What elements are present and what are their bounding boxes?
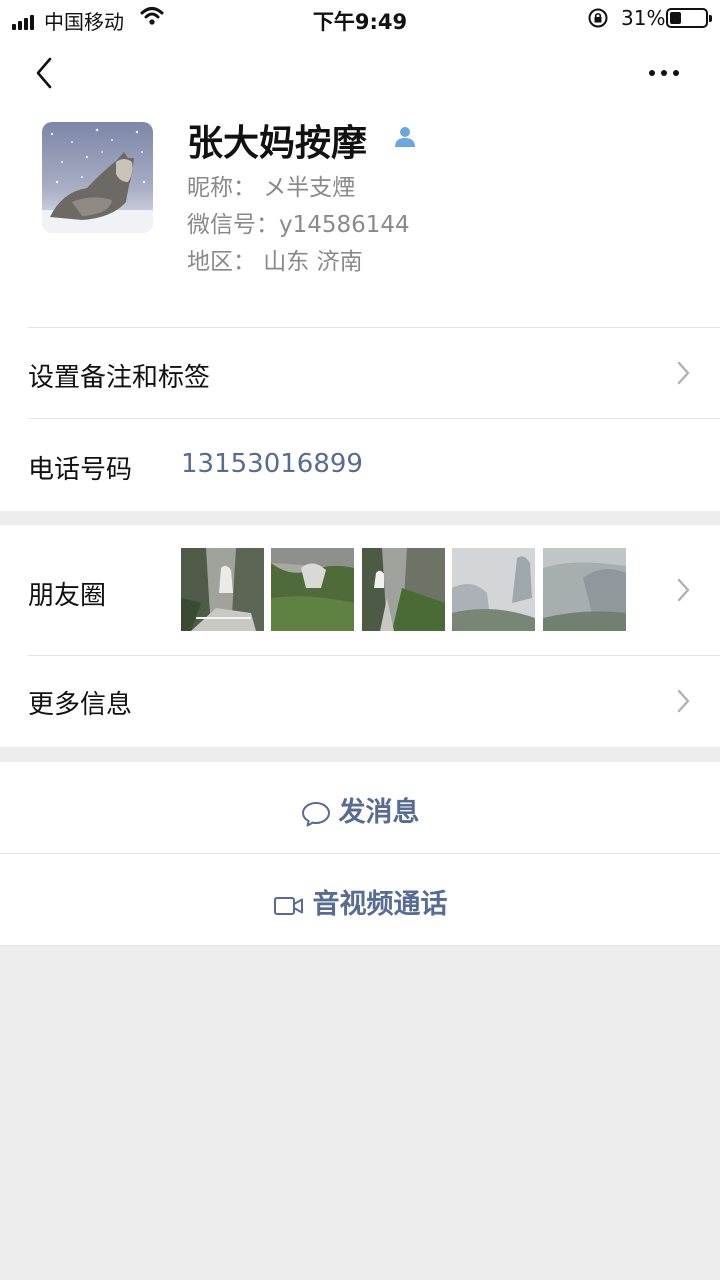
phone-label: 电话号码 [28, 455, 133, 485]
nickname-text: 昵称： メ半支煙 [187, 175, 356, 201]
more-info-label: 更多信息 [28, 690, 133, 720]
moments-thumbnail [181, 548, 264, 631]
battery-percent: 31% [621, 6, 666, 30]
status-time: 下午9:49 [312, 10, 408, 34]
moments-thumbnail [362, 548, 445, 631]
contact-info-section: 设置备注和标签 电话号码 13153016899 [0, 327, 720, 511]
status-bar: 中国移动 下午9:49 31% [0, 0, 720, 40]
chevron-right-icon [677, 578, 690, 602]
video-call-button[interactable]: 音视频通话 [0, 854, 720, 945]
rotation-lock-icon [587, 7, 609, 33]
moments-thumbnail [452, 548, 535, 631]
avatar[interactable] [42, 122, 153, 233]
chevron-right-icon [677, 689, 690, 713]
moments-thumbnail [543, 548, 626, 631]
more-button[interactable] [640, 54, 688, 94]
more-info-row[interactable]: 更多信息 [0, 656, 720, 747]
chevron-right-icon [677, 361, 690, 385]
remark-tags-label: 设置备注和标签 [28, 363, 211, 393]
moments-label: 朋友圈 [28, 581, 107, 611]
phone-row: 电话号码 13153016899 [0, 419, 720, 511]
person-icon [392, 124, 418, 154]
moments-section: 朋友圈 更多信息 [0, 525, 720, 747]
more-horizontal-icon [649, 70, 679, 76]
phone-number-link[interactable]: 13153016899 [181, 449, 363, 479]
battery-icon [666, 8, 712, 28]
wechat-id-text: 微信号：y14586144 [187, 212, 410, 238]
profile-name: 张大妈按摩 [187, 123, 368, 164]
chat-bubble-icon [301, 801, 330, 826]
moments-row[interactable]: 朋友圈 [0, 525, 720, 655]
send-message-button[interactable]: 发消息 [0, 762, 720, 853]
nav-bar [0, 40, 720, 110]
divider [0, 945, 720, 946]
video-call-label: 音视频通话 [312, 889, 448, 920]
chevron-left-icon [36, 57, 52, 89]
moments-thumbnail [271, 548, 354, 631]
profile-card: 张大妈按摩 昵称： メ半支煙 微信号：y14586144 地区： 山东 济南 [0, 110, 720, 327]
back-button[interactable] [30, 54, 70, 94]
send-message-label: 发消息 [338, 797, 420, 828]
video-camera-icon [273, 896, 303, 915]
remark-tags-row[interactable]: 设置备注和标签 [0, 327, 720, 418]
region-text: 地区： 山东 济南 [187, 249, 363, 275]
